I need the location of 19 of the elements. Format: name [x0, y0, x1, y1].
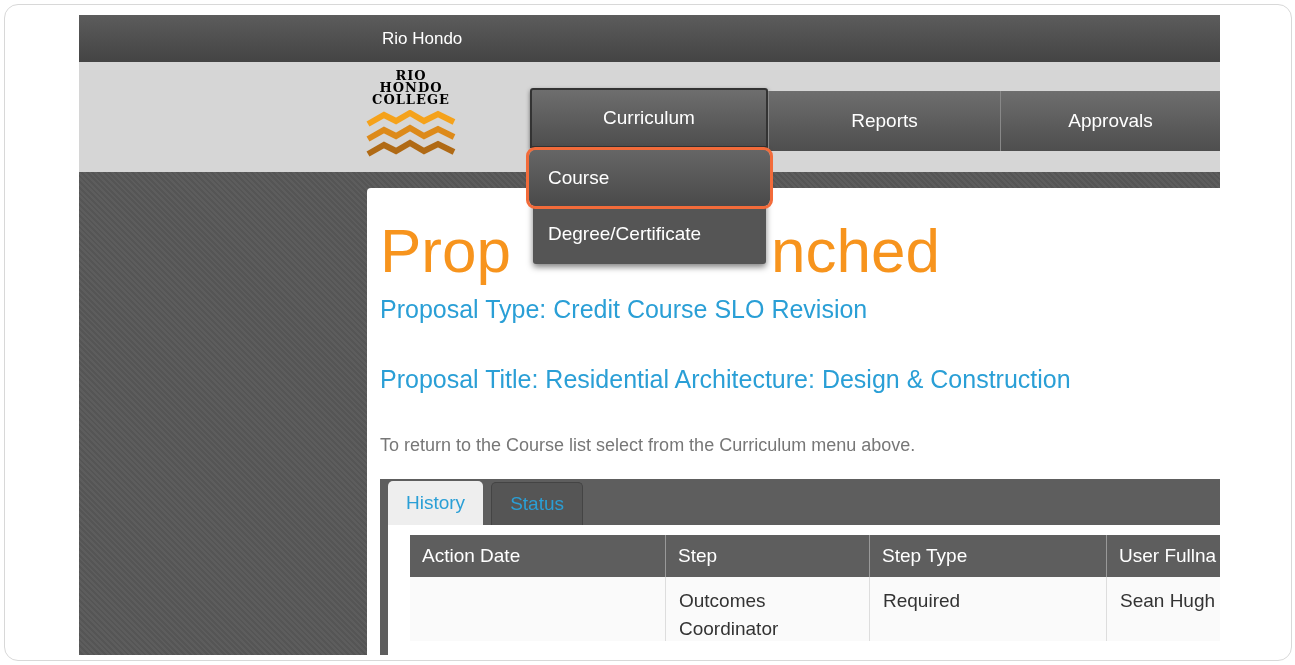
page-heading: Prop: [380, 216, 511, 285]
nav-tab[interactable]: Reports: [768, 91, 1000, 151]
logo-text: RIO: [395, 70, 427, 82]
menu-item[interactable]: Degree/Certificate: [533, 206, 766, 262]
wave-logo-icon: [366, 110, 456, 158]
logo-text: COLLEGE: [372, 94, 450, 106]
nav-tab[interactable]: Curriculum: [530, 88, 768, 148]
table-cell: Sean Hugh: [1120, 590, 1216, 611]
logo-text: HONDO: [379, 82, 443, 94]
proposal-type: Proposal Type: Credit Course SLO Revision: [380, 294, 869, 324]
site-title: Rio Hondo: [382, 27, 463, 50]
nav-tab[interactable]: Approvals: [1000, 91, 1220, 151]
proposal-title: Proposal Title: Residential Architecture: Design & Construction: [380, 364, 1072, 394]
return-note: To return to the Course list select from the Curriculum menu above.: [380, 434, 917, 457]
page-heading: nched: [771, 216, 940, 285]
table-cell: Outcomes Coordinator: [679, 590, 779, 639]
table-cell: Required: [883, 590, 961, 611]
menu-item[interactable]: Course: [529, 150, 770, 206]
column-header: Action Date: [421, 543, 522, 568]
